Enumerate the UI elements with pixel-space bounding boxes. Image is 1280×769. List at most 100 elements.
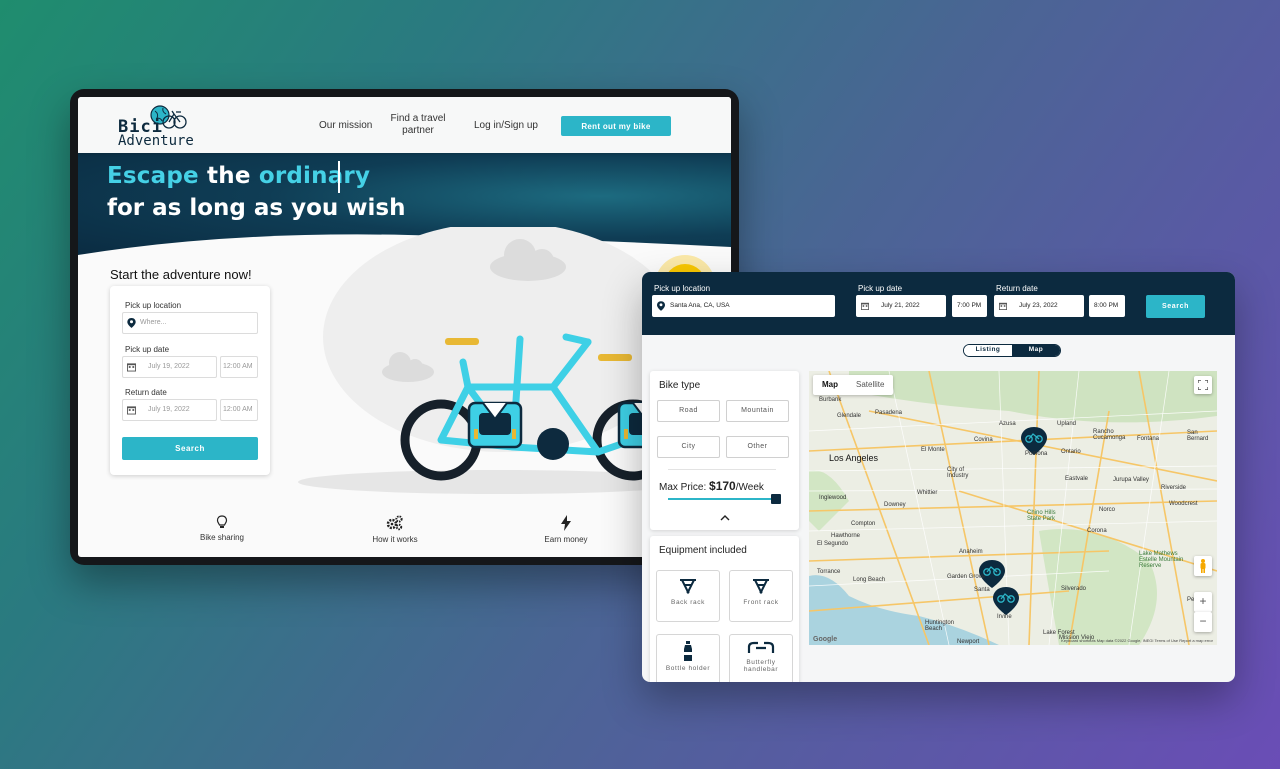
- laptop-frame: Bici Adventure Our mission Find a travel…: [70, 89, 739, 565]
- bike-type-panel: Bike type Road Mountain City Other Max P…: [650, 371, 799, 530]
- location-pin-icon: [657, 301, 665, 311]
- plus-icon: +: [1199, 594, 1207, 608]
- map-label-chino-hills: Chino Hills State Park: [1027, 510, 1056, 522]
- calendar-icon: [127, 363, 136, 372]
- map-label-silverado: Silverado: [1061, 586, 1087, 592]
- location-value: Santa Ana, CA, USA: [670, 302, 730, 309]
- chevron-up-icon[interactable]: [720, 514, 730, 521]
- calendar-icon: [127, 406, 136, 415]
- rent-out-bike-button[interactable]: Rent out my bike: [561, 116, 671, 136]
- logo[interactable]: Bici Adventure: [118, 103, 228, 149]
- map-label-hawthorne: Hawthorne: [831, 533, 861, 539]
- street-view-button[interactable]: [1194, 556, 1212, 576]
- map-label-woodcrest: Woodcrest: [1169, 501, 1198, 507]
- map-label-los-angeles: Los Angeles: [829, 453, 879, 463]
- map-tab-satellite[interactable]: Satellite: [847, 375, 893, 395]
- search-button[interactable]: Search: [122, 437, 258, 460]
- location-input[interactable]: Santa Ana, CA, USA: [652, 295, 835, 317]
- feature-label: How it works: [372, 535, 418, 544]
- nav-find-partner[interactable]: Find a travel partner: [390, 113, 446, 137]
- map-label-city-industry: City of Industry: [947, 467, 969, 479]
- gears-icon: [386, 515, 403, 531]
- map-label-riverside: Riverside: [1161, 485, 1187, 491]
- zoom-out-button[interactable]: −: [1194, 612, 1212, 632]
- pickup-date-input[interactable]: July 19, 2022: [122, 356, 217, 378]
- feature-bike-sharing[interactable]: Bike sharing: [177, 515, 267, 542]
- hero-word-the: the: [207, 163, 251, 189]
- nav-login-signup[interactable]: Log in/Sign up: [474, 120, 538, 132]
- pickup-date-input[interactable]: July 21, 2022: [856, 295, 946, 317]
- map-label-irvine: Irvine: [997, 614, 1012, 620]
- return-date-input[interactable]: July 23, 2022: [994, 295, 1084, 317]
- feature-earn-money[interactable]: Earn money: [521, 515, 611, 544]
- equipment-butterfly-handlebar[interactable]: Butterfly handlebar: [729, 634, 793, 682]
- location-label: Pick up location: [125, 301, 182, 310]
- equipment-back-rack[interactable]: Back rack: [656, 570, 720, 622]
- return-time-value: 12:00 AM: [223, 406, 253, 413]
- map-canvas: [809, 371, 1217, 645]
- bike-type-city[interactable]: City: [657, 436, 720, 458]
- equipment-bottle-holder[interactable]: Bottle holder: [656, 634, 720, 682]
- listing-toggle[interactable]: Listing: [964, 345, 1012, 356]
- map-label-el-monte: El Monte: [921, 447, 945, 453]
- price-slider-thumb[interactable]: [771, 494, 781, 504]
- map-label-glendale: Glendale: [837, 413, 862, 419]
- pickup-time-input[interactable]: 12:00 AM: [220, 356, 258, 378]
- zoom-in-button[interactable]: +: [1194, 592, 1212, 612]
- map-label-upland: Upland: [1057, 421, 1077, 427]
- map-label-downey: Downey: [884, 502, 906, 508]
- return-date-value: July 19, 2022: [148, 406, 190, 413]
- location-pin-icon: [127, 318, 136, 328]
- map-toggle[interactable]: Map: [1012, 345, 1060, 356]
- nav-our-mission[interactable]: Our mission: [319, 120, 372, 132]
- location-input[interactable]: Where...: [122, 312, 258, 334]
- map-attribution[interactable]: Keyboard shortcuts Map data ©2022 Google…: [1061, 638, 1213, 643]
- map-label-pomona: Pomona: [1025, 451, 1048, 457]
- return-time-value: 8:00 PM: [1094, 302, 1119, 309]
- map-label-whittier: Whittier: [917, 490, 938, 496]
- bike-type-mountain[interactable]: Mountain: [726, 400, 789, 422]
- pickup-label: Pick up date: [125, 345, 170, 354]
- lightbulb-icon: [216, 515, 228, 528]
- map-tab-map[interactable]: Map: [813, 375, 847, 395]
- equipment-panel: Equipment included Back rack Front rack …: [650, 536, 799, 682]
- logo-text-adventure: Adventure: [118, 133, 194, 149]
- back-rack-icon: [680, 579, 696, 595]
- map-label-norco: Norco: [1099, 507, 1116, 513]
- price-slider-track[interactable]: [668, 498, 776, 500]
- hero-word-escape: Escape: [107, 163, 199, 189]
- map-label-inglewood: Inglewood: [819, 495, 847, 501]
- pickup-time-value: 12:00 AM: [223, 363, 253, 370]
- search-card: Pick up location Where... Pick up date J…: [110, 286, 270, 475]
- pickup-time-input[interactable]: 7:00 PM: [952, 295, 987, 317]
- map-label-fontana: Fontana: [1137, 436, 1160, 442]
- map-label-lake-mathews: Lake Mathews Estelle Mountain Reserve: [1139, 551, 1184, 569]
- map-label-san-bernardino: San Bernard: [1187, 430, 1209, 442]
- max-price-text: Max Price:: [659, 482, 707, 493]
- landing-page: Bici Adventure Our mission Find a travel…: [78, 97, 731, 557]
- hero-headline-1: Escape the ordinary: [107, 163, 370, 189]
- pickup-label: Pick up date: [858, 284, 903, 293]
- map-label-azusa: Azusa: [999, 421, 1016, 427]
- return-time-input[interactable]: 8:00 PM: [1089, 295, 1125, 317]
- equipment-front-rack[interactable]: Front rack: [729, 570, 793, 622]
- bike-type-road[interactable]: Road: [657, 400, 720, 422]
- feature-how-it-works[interactable]: How it works: [350, 515, 440, 544]
- search-button[interactable]: Search: [1146, 295, 1205, 318]
- minus-icon: −: [1199, 614, 1207, 628]
- map-label-el-segundo: El Segundo: [817, 541, 849, 547]
- map-view[interactable]: Los Angeles Pomona Anaheim Long Beach Sa…: [809, 371, 1217, 645]
- handlebar-icon: [747, 641, 775, 653]
- bottle-icon: [684, 641, 692, 661]
- search-header: Pick up location Santa Ana, CA, USA Pick…: [642, 272, 1235, 335]
- return-time-input[interactable]: 12:00 AM: [220, 399, 258, 421]
- map-label-anaheim: Anaheim: [959, 549, 983, 555]
- map-label-corona: Corona: [1087, 528, 1107, 534]
- map-label-newport: Newport: [957, 639, 980, 645]
- fullscreen-button[interactable]: [1194, 376, 1212, 394]
- lightning-icon: [561, 515, 571, 531]
- return-date-input[interactable]: July 19, 2022: [122, 399, 217, 421]
- text-caret: [338, 161, 340, 193]
- pickup-date-value: July 21, 2022: [881, 302, 920, 309]
- bike-type-other[interactable]: Other: [726, 436, 789, 458]
